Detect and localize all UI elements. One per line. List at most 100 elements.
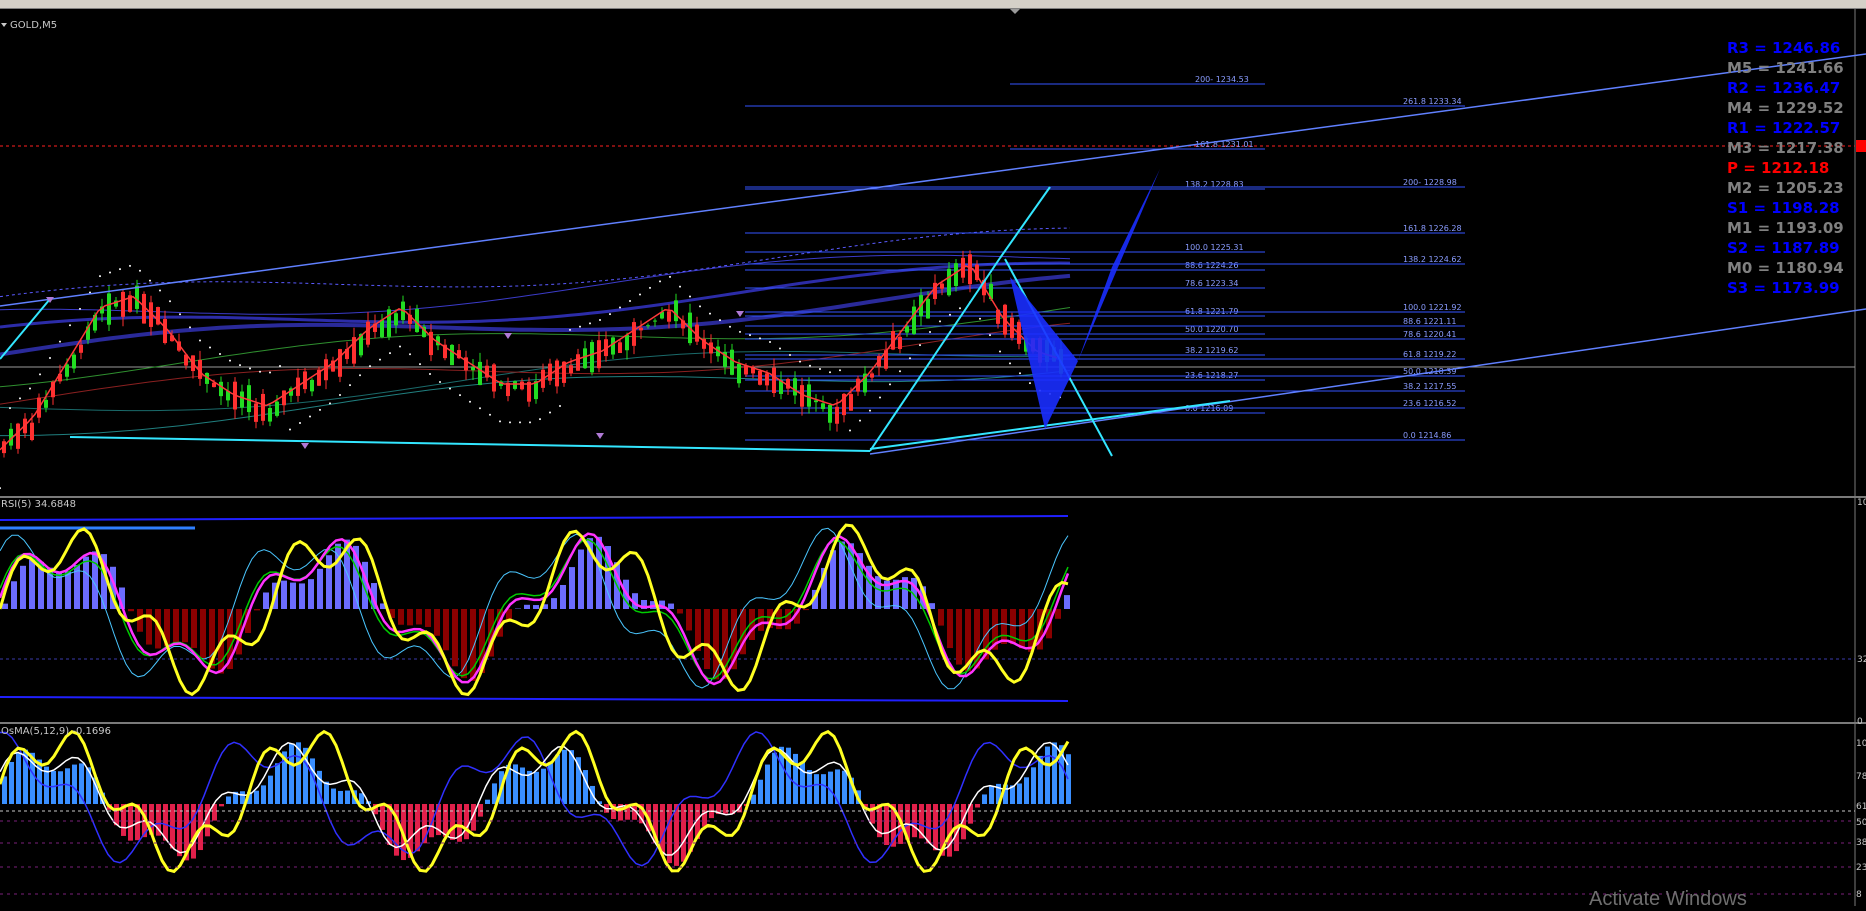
sar-dot [139,270,141,272]
support-line [70,437,870,451]
osma-histogram-bar [177,804,182,856]
sar-dot [289,429,291,431]
fib-level-label: 23.6 1216.52 [1403,399,1456,408]
osma-histogram-bar [485,800,490,804]
sar-dot [189,326,191,328]
sar-dot [899,370,901,372]
candle-body [555,361,559,387]
osma-histogram-bar [520,767,525,804]
sar-dot [419,363,421,365]
osma-histogram-bar [821,774,826,804]
osma-histogram-bar [989,787,994,804]
osma-histogram-bar [128,804,133,841]
pivot-level-label: R2 = 1236.47 [1727,79,1840,97]
chevron-down-icon[interactable] [1,23,7,27]
sar-dot [669,276,671,278]
osma-histogram-bar [65,768,70,804]
sar-dot [869,410,871,412]
rsi-histogram-bar [803,609,809,610]
candle-body [898,337,902,349]
axis-tick-label: 8 [1856,890,1862,900]
sar-dot [989,334,991,336]
fib-level-label: 38.2 1219.62 [1185,346,1238,355]
osma-histogram-bar [359,793,364,804]
candle-body [849,394,853,411]
sar-dot [859,420,861,422]
sar-dot [339,394,341,396]
sar-dot [439,381,441,383]
rsi-histogram-bar [677,609,683,613]
osma-label: OsMA(5,12,9) -0.1696 [1,726,111,737]
pivot-level-label: M1 = 1193.09 [1727,219,1844,237]
osma-histogram-bar [702,804,707,827]
pivot-level-label: M2 = 1205.23 [1727,179,1844,197]
activate-windows-watermark: Activate Windows [1589,888,1747,911]
rsi-histogram-bar [137,609,143,632]
rsi-histogram-bar [416,609,422,624]
sar-dot [729,326,731,328]
osma-histogram-bar [548,762,553,804]
osma-histogram-bar [289,744,294,804]
sar-dot [0,487,1,489]
sar-dot [579,326,581,328]
rsi-histogram-bar [182,609,188,642]
candle-body [16,424,20,449]
candle-body [254,403,258,421]
sar-dot [319,409,321,411]
candle-body [338,349,342,377]
osma-histogram-bar [380,804,385,830]
sar-dot [39,373,41,375]
candle-body [282,390,286,405]
sar-dot [239,364,241,366]
candle-body [576,354,580,370]
osma-histogram-bar [268,776,273,804]
pivot-level-label: M4 = 1229.52 [1727,99,1844,117]
sar-dot [599,319,601,321]
rsi-histogram-bar [524,605,530,609]
candle-body [387,309,391,337]
price-line-marker [1856,140,1866,152]
candle-body [478,362,482,385]
sar-dot [199,340,201,342]
candle-body [506,383,510,396]
chart-canvas[interactable]: 200- 1234.53161.8 1231.01138.2 1228.8310… [0,9,1866,906]
sar-dot [449,388,451,390]
candle-body [905,326,909,332]
axis-tick-label: 61 [1856,802,1866,812]
pivot-level-label: S3 = 1173.99 [1727,279,1840,297]
candle-body [268,408,272,422]
osma-histogram-bar [562,750,567,804]
fib-level-label: 88.6 1221.11 [1403,317,1456,326]
sar-dot [979,318,981,320]
candle-body [597,340,601,368]
sar-dot [229,360,231,362]
candle-body [947,269,951,295]
candle-body [828,405,832,423]
rsi-histogram-bar [407,609,413,625]
chart-area[interactable]: 200- 1234.53161.8 1231.01138.2 1228.8310… [0,9,1866,906]
candle-body [30,423,34,440]
candle-body [807,384,811,406]
sar-dot [519,421,521,423]
sar-dot [739,331,741,333]
rsi-histogram-bar [434,609,440,636]
sar-dot [929,331,931,333]
sar-dot [539,418,541,420]
sar-dot [69,324,71,326]
sar-dot [659,280,661,282]
sar-dot [829,371,831,373]
candle-body [65,364,69,376]
osma-histogram-bar [660,804,665,854]
rsi-histogram-bar [947,609,953,648]
sar-dot [799,361,801,363]
sar-dot [849,429,851,431]
rsi-label: RSI(5) 34.6848 [1,499,76,510]
candle-body [625,335,629,350]
sar-dot [19,397,21,399]
osma-histogram-bar [842,771,847,804]
sar-dot [709,313,711,315]
fractal-arrow-icon [736,311,744,317]
shift-marker-icon[interactable] [1010,9,1020,14]
fib-level-label: 0.0 1214.86 [1403,431,1451,440]
osma-histogram-bar [16,752,21,804]
